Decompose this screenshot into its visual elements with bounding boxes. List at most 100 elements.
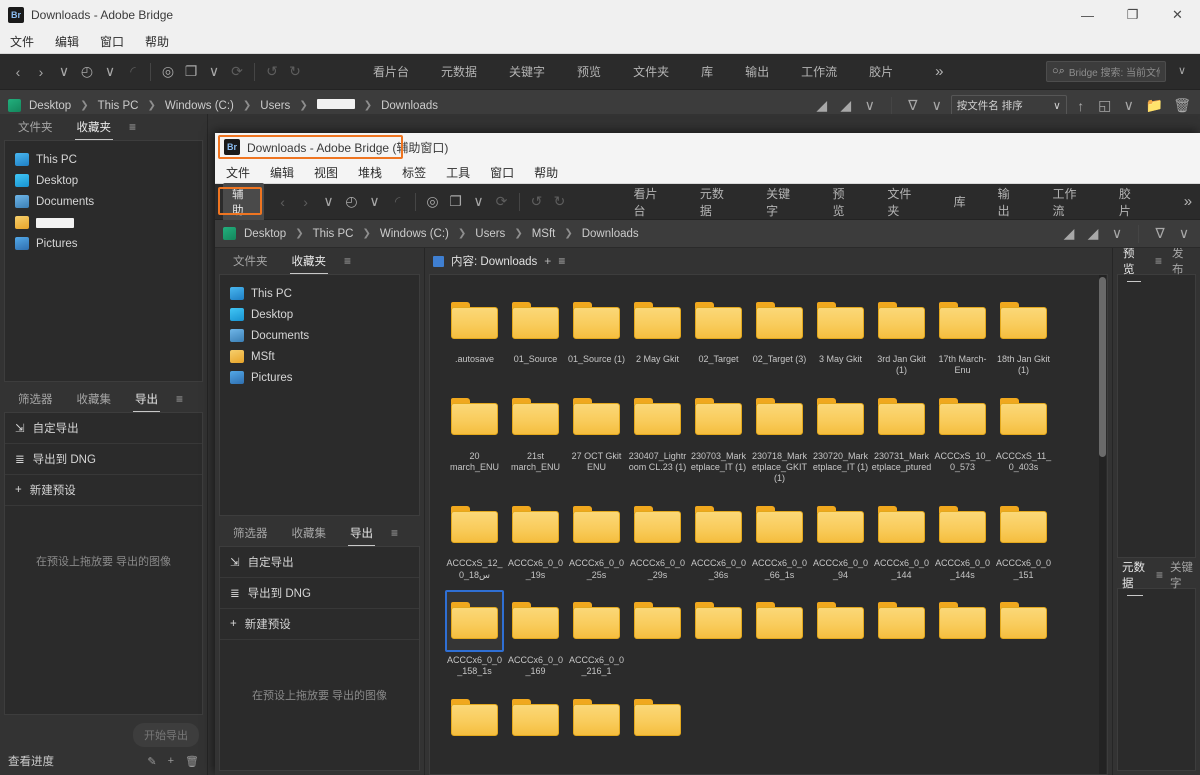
thumbnail-cell[interactable]: ACCCx6_0_0_158_1s xyxy=(444,590,505,678)
export-preset-dng[interactable]: ≣ 导出到 DNG xyxy=(220,578,419,609)
thumbnail[interactable] xyxy=(811,493,870,555)
menu-labels[interactable]: 标签 xyxy=(400,162,428,183)
thumbnail-selected[interactable] xyxy=(445,590,504,652)
search-input[interactable]: ○⌕ Bridge 搜索: 当前文件 xyxy=(1046,61,1166,82)
tab-workflow[interactable]: 工作流 xyxy=(785,57,853,86)
menu-window[interactable]: 窗口 xyxy=(488,162,516,183)
rotate-ccw-icon[interactable]: ↺ xyxy=(527,190,547,214)
content-thumbnail-grid-area[interactable]: .autosave01_Source01_Source (1)2 May Gki… xyxy=(429,274,1108,775)
thumbnail[interactable] xyxy=(994,289,1053,351)
sort-dropdown[interactable]: 按文件名 排序 ∨ xyxy=(951,95,1067,116)
tab-publish-panel[interactable]: 发布 xyxy=(1166,248,1200,282)
thumbnail-cell[interactable]: 230731_Marketplace_ptured xyxy=(871,386,932,485)
tab-keywords-panel[interactable]: 关键字 xyxy=(1166,555,1200,596)
auxiliary-window-button[interactable]: 辅助 xyxy=(223,183,264,221)
forward-icon[interactable]: › xyxy=(31,60,51,84)
menu-file[interactable]: 文件 xyxy=(8,31,36,52)
add-tab-icon[interactable]: + xyxy=(544,254,551,268)
thumbnail[interactable] xyxy=(567,590,626,652)
thumbnail-cell[interactable]: ACCCx6_0_0_144 xyxy=(871,493,932,581)
camera-import-icon[interactable]: ◎ xyxy=(423,190,443,214)
export-preset-custom[interactable]: ⇲ 自定导出 xyxy=(220,547,419,578)
tab-workflow[interactable]: 工作流 xyxy=(1037,179,1103,225)
view-progress-link[interactable]: 查看进度 xyxy=(8,753,54,769)
tab-preview[interactable]: 预览 xyxy=(816,179,871,225)
history-chevron-down-icon[interactable]: ∨ xyxy=(100,60,120,84)
rotate-ccw-icon[interactable]: ↺ xyxy=(262,60,282,84)
breadcrumb-this-pc[interactable]: This PC xyxy=(95,98,142,114)
breadcrumb-windows-c[interactable]: Windows (C:) xyxy=(377,226,452,242)
plus-icon[interactable]: + xyxy=(168,755,174,768)
tab-folders[interactable]: 文件夹 xyxy=(871,179,937,225)
panel-menu-icon[interactable]: ≡ xyxy=(1151,254,1166,268)
thumbnail[interactable] xyxy=(933,590,992,652)
thumbnail[interactable] xyxy=(689,289,748,351)
menu-help[interactable]: 帮助 xyxy=(532,162,560,183)
tab-filter-panel[interactable]: 筛选器 xyxy=(221,521,280,546)
filter-chevron-down-icon[interactable]: ∨ xyxy=(1174,222,1194,246)
camera-import-icon[interactable]: ◎ xyxy=(158,60,178,84)
thumbnail-cell[interactable]: 3 May Gkit xyxy=(810,289,871,377)
thumbnail-cell[interactable] xyxy=(627,590,688,678)
thumbnail-cell[interactable]: ACCCx6_0_0_36s xyxy=(688,493,749,581)
thumbnail-cell[interactable] xyxy=(566,686,627,751)
thumbnail-cell[interactable]: ACCCx6_0_0_216_1 xyxy=(566,590,627,678)
batch-chevron-down-icon[interactable]: ∨ xyxy=(204,60,224,84)
export-preset-custom[interactable]: ⇲ 自定导出 xyxy=(5,413,202,444)
thumbnail[interactable] xyxy=(811,386,870,448)
rating-filter-icon[interactable]: ◢ xyxy=(1059,222,1079,246)
thumbnail[interactable] xyxy=(628,386,687,448)
thumbnail[interactable] xyxy=(506,686,565,748)
content-panel-menu-icon[interactable]: ≡ xyxy=(558,254,565,268)
start-export-button[interactable]: 开始导出 xyxy=(133,723,199,747)
thumbnail[interactable] xyxy=(445,493,504,555)
breadcrumb-users[interactable]: Users xyxy=(472,226,508,242)
tab-collections-panel[interactable]: 收藏集 xyxy=(65,387,124,412)
thumbnail[interactable] xyxy=(994,386,1053,448)
trash-icon[interactable]: 🗑 xyxy=(185,755,199,768)
thumbnail-cell[interactable]: ACCCx6_0_0_29s xyxy=(627,493,688,581)
thumbnail[interactable] xyxy=(872,493,931,555)
menu-view[interactable]: 视图 xyxy=(312,162,340,183)
search-chevron-down-icon[interactable]: ∨ xyxy=(1178,64,1186,77)
history-clock-icon[interactable]: ◴ xyxy=(342,190,362,214)
favorite-item-this-pc[interactable]: This PC xyxy=(5,149,202,170)
thumbnail-cell[interactable]: ACCCx6_0_0_19s xyxy=(505,493,566,581)
thumbnail[interactable] xyxy=(567,386,626,448)
thumbnail[interactable] xyxy=(994,590,1053,652)
thumbnail-cell[interactable]: 02_Target xyxy=(688,289,749,377)
favorite-item-documents[interactable]: Documents xyxy=(5,191,202,212)
thumbnail-cell[interactable]: ACCCx6_0_0_94 xyxy=(810,493,871,581)
thumbnail[interactable] xyxy=(933,289,992,351)
thumbnail-cell[interactable]: ACCCxS_12_0_18س xyxy=(444,493,505,581)
tab-metadata[interactable]: 元数据 xyxy=(684,179,750,225)
thumbnail[interactable] xyxy=(689,590,748,652)
favorite-item-this-pc[interactable]: This PC xyxy=(220,283,419,304)
thumbnail-cell[interactable]: 21st march_ENU xyxy=(505,386,566,485)
export-preset-dng[interactable]: ≣ 导出到 DNG xyxy=(5,444,202,475)
thumbnail[interactable] xyxy=(750,493,809,555)
content-scrollbar-thumb[interactable] xyxy=(1099,277,1106,457)
thumbnail[interactable] xyxy=(689,493,748,555)
filter-funnel-icon[interactable]: ∇ xyxy=(1150,222,1170,246)
back-icon[interactable]: ‹ xyxy=(8,60,28,84)
refresh-icon[interactable]: ⟳ xyxy=(227,60,247,84)
thumbnail[interactable] xyxy=(811,590,870,652)
thumbnail[interactable] xyxy=(628,686,687,748)
boomerang-icon[interactable]: ◜ xyxy=(388,190,408,214)
batch-rename-icon[interactable]: ❐ xyxy=(446,190,466,214)
thumbnail[interactable] xyxy=(933,493,992,555)
boomerang-icon[interactable]: ◜ xyxy=(123,60,143,84)
thumbnail-cell[interactable] xyxy=(505,686,566,751)
menu-file[interactable]: 文件 xyxy=(224,162,252,183)
breadcrumb-msft[interactable]: MSft xyxy=(529,226,559,242)
export-new-preset[interactable]: + 新建预设 xyxy=(5,475,202,506)
more-tabs-icon[interactable]: » xyxy=(935,63,943,80)
breadcrumb-users[interactable]: Users xyxy=(257,98,293,114)
thumbnail-cell[interactable] xyxy=(627,686,688,751)
panel-menu-icon[interactable]: ≡ xyxy=(1153,568,1166,582)
tab-filmstrip[interactable]: 胶片 xyxy=(853,57,909,86)
thumbnail-cell[interactable] xyxy=(810,590,871,678)
breadcrumb-this-pc[interactable]: This PC xyxy=(310,226,357,242)
menu-help[interactable]: 帮助 xyxy=(143,31,171,52)
